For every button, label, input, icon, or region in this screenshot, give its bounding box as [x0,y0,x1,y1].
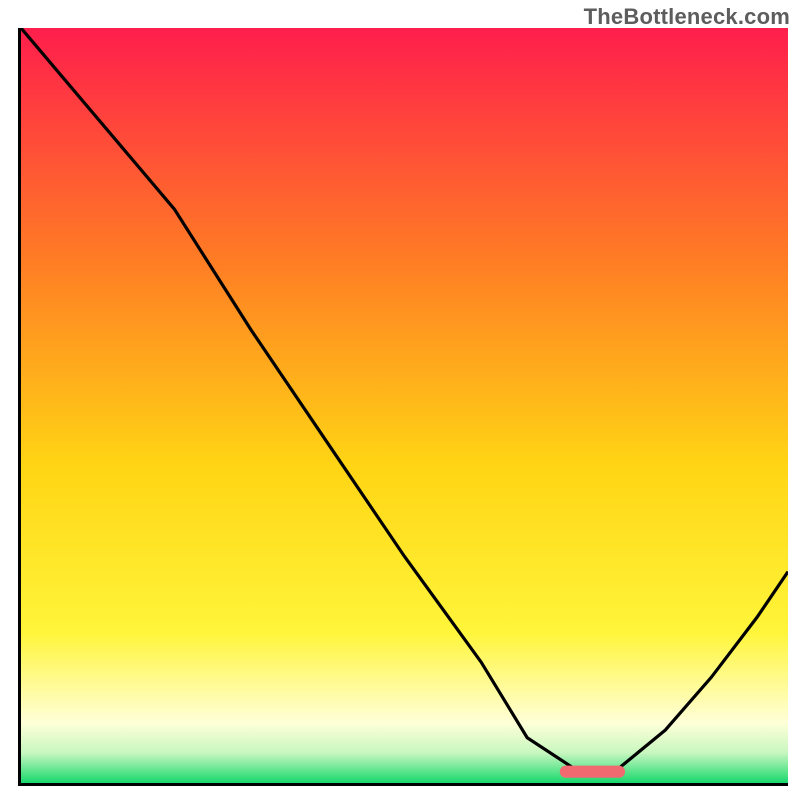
watermark-text: TheBottleneck.com [584,4,790,30]
gradient-background [21,28,788,783]
chart-svg [21,28,788,783]
chart-container: TheBottleneck.com [0,0,800,800]
optimum-marker [560,766,625,778]
plot-area [18,28,788,786]
